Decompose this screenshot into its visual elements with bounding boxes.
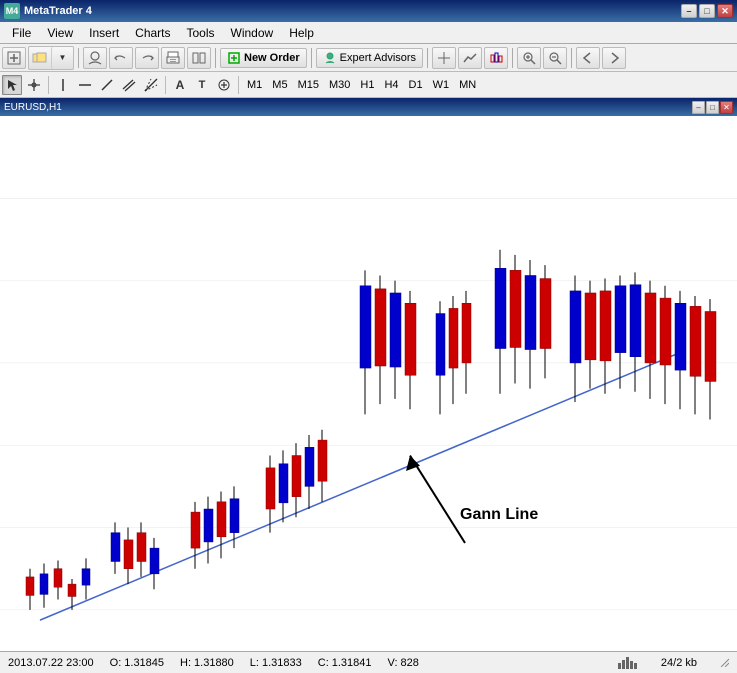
status-low: L: 1.31833 [250,657,302,669]
volume-value: 828 [401,657,419,669]
new-order-button[interactable]: New Order [220,48,307,68]
status-close: C: 1.31841 [318,657,372,669]
toolbar-btn-chart3[interactable] [484,47,508,69]
close-button[interactable]: ✕ [717,4,733,18]
tool-arrow[interactable] [2,75,22,95]
tool-crosshair[interactable] [24,75,44,95]
status-high: H: 1.31880 [180,657,234,669]
menu-file[interactable]: File [4,24,39,42]
window-controls: – □ ✕ [681,4,733,18]
high-value: 1.31880 [194,657,234,669]
timeframe-H1[interactable]: H1 [356,75,378,95]
resize-grip-icon [717,655,729,670]
menu-help[interactable]: Help [281,24,322,42]
timeframe-D1[interactable]: D1 [405,75,427,95]
chart-window-name: EURUSD,H1 [4,102,62,113]
expert-advisors-label: Expert Advisors [340,52,416,64]
toolbar-btn-properties[interactable] [187,47,211,69]
menu-charts[interactable]: Charts [127,24,178,42]
volume-label: V: [388,657,398,669]
menu-view[interactable]: View [39,24,81,42]
toolbar-btn-open[interactable] [29,47,51,69]
window-title: MetaTrader 4 [24,5,92,17]
toolbar-btn-scroll-left[interactable] [576,47,600,69]
chart-area[interactable]: Gann Line [0,116,737,651]
new-order-label: New Order [244,52,300,64]
toolbar-btn-profiles[interactable] [83,47,107,69]
high-label: H: [180,657,191,669]
toolbar-btn-scroll-right[interactable] [602,47,626,69]
drawing-toolbar: A T M1 M5 M15 M30 H1 H4 D1 W1 MN [0,72,737,98]
toolbar-btn-new[interactable] [2,47,26,69]
timeframe-M30[interactable]: M30 [325,75,354,95]
low-value: 1.31833 [262,657,302,669]
minimize-button[interactable]: – [681,4,697,18]
menu-bar: File View Insert Charts Tools Window Hel… [0,22,737,44]
chart-minimize-button[interactable]: – [692,101,705,114]
menu-window[interactable]: Window [223,24,282,42]
tool-text-label[interactable]: T [192,75,212,95]
app-icon: M4 [4,3,20,19]
close-label: C: [318,657,329,669]
low-label: L: [250,657,259,669]
timeframe-M1[interactable]: M1 [243,75,266,95]
timeframe-H4[interactable]: H4 [380,75,402,95]
toolbar-btn-chart2[interactable] [458,47,482,69]
status-datetime: 2013.07.22 23:00 [8,657,94,669]
tool-channel[interactable] [119,75,139,95]
toolbar-btn-zoom-in[interactable] [517,47,541,69]
status-data-size: 24/2 kb [661,657,697,669]
chart-window-controls: – □ ✕ [692,101,733,114]
timeframe-MN[interactable]: MN [455,75,480,95]
status-volume: V: 828 [388,657,419,669]
open-label: O: [110,657,122,669]
menu-tools[interactable]: Tools [179,24,223,42]
toolbar-dropdown-open[interactable]: ▼ [51,47,73,69]
main-toolbar: ▼ New Order Expert Advisors [0,44,737,72]
chart-maximize-button[interactable]: □ [706,101,719,114]
volume-bars-icon [618,657,637,669]
datetime-value: 2013.07.22 23:00 [8,657,94,669]
chart-close-button[interactable]: ✕ [720,101,733,114]
toolbar-btn-redo[interactable] [135,47,159,69]
title-bar: M4 MetaTrader 4 – □ ✕ [0,0,737,22]
close-value: 1.31841 [332,657,372,669]
maximize-button[interactable]: □ [699,4,715,18]
expert-advisors-button[interactable]: Expert Advisors [316,48,423,68]
timeframe-M15[interactable]: M15 [294,75,323,95]
toolbar-btn-chart1[interactable] [432,47,456,69]
tool-vertical-line[interactable] [53,75,73,95]
candlestick-chart [0,116,737,651]
tool-horizontal-line[interactable] [75,75,95,95]
toolbar-btn-zoom-out[interactable] [543,47,567,69]
status-open: O: 1.31845 [110,657,164,669]
tool-gann[interactable] [141,75,161,95]
tool-arrow-mark[interactable] [214,75,234,95]
tool-text-A[interactable]: A [170,75,190,95]
chart-window-title: EURUSD,H1 – □ ✕ [0,98,737,116]
menu-insert[interactable]: Insert [81,24,127,42]
status-bar: 2013.07.22 23:00 O: 1.31845 H: 1.31880 L… [0,651,737,673]
open-value: 1.31845 [124,657,164,669]
timeframe-W1[interactable]: W1 [429,75,454,95]
tool-trend-line[interactable] [97,75,117,95]
timeframe-M5[interactable]: M5 [268,75,291,95]
toolbar-btn-undo[interactable] [109,47,133,69]
toolbar-btn-print[interactable] [161,47,185,69]
data-size-value: 24/2 kb [661,657,697,669]
